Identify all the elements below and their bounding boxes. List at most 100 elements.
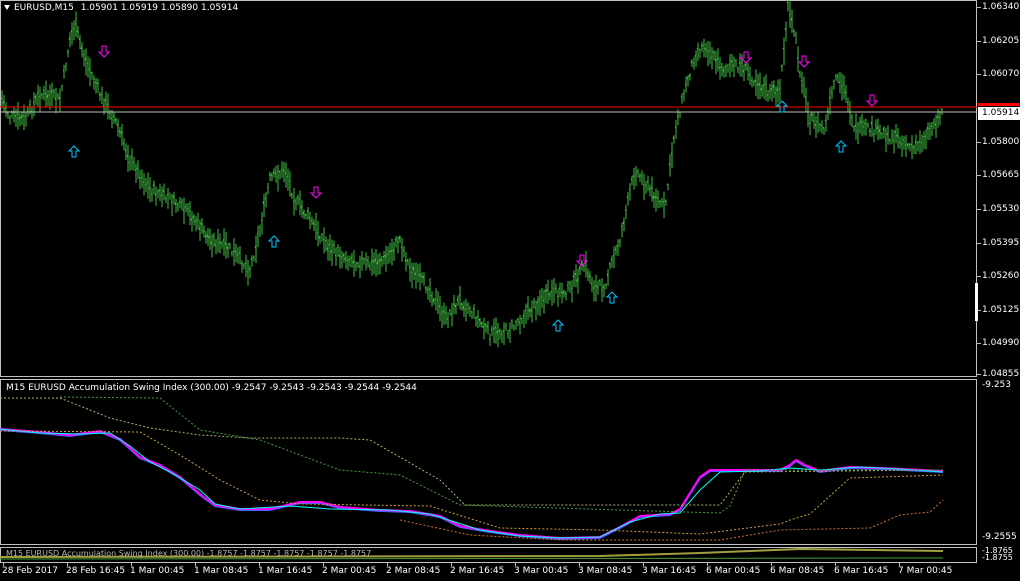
price-tick-label: 1.05530 — [982, 204, 1020, 214]
price-bar-open-tick — [628, 188, 631, 191]
price-bar-open-tick — [852, 126, 855, 128]
asi-line-magenta — [0, 428, 944, 540]
time-tick-label: 28 Feb 2017 — [2, 566, 59, 576]
ask-price-marker — [978, 103, 1020, 106]
sub-asi-baseline — [0, 557, 944, 560]
price-tick-label: 1.04990 — [982, 338, 1020, 348]
time-tick-mark — [579, 563, 580, 566]
sell-signal-arrow-icon — [797, 55, 811, 68]
price-bar-open-tick — [518, 321, 521, 324]
price-tick-mark — [977, 209, 981, 210]
price-bar-open-tick — [64, 65, 67, 68]
time-tick-label: 3 Mar 08:45 — [578, 566, 633, 576]
buy-signal-arrow-icon — [834, 140, 848, 153]
price-bar-open-tick — [648, 187, 651, 190]
price-bar-open-tick — [60, 85, 63, 88]
price-bar-open-tick — [402, 249, 405, 252]
price-bar-open-tick — [48, 94, 51, 96]
price-bar-open-tick — [268, 174, 271, 176]
price-bar-open-tick — [684, 83, 687, 85]
price-axis-scroll-handle[interactable] — [975, 283, 978, 321]
price-bar-open-tick — [94, 81, 97, 84]
price-bar-open-tick — [6, 112, 9, 115]
time-tick-mark — [259, 563, 260, 566]
ohlc-close: 1.05914 — [201, 3, 239, 13]
price-bar-open-tick — [720, 66, 723, 69]
price-bar-open-tick — [890, 135, 893, 137]
price-bar-open-tick — [924, 135, 927, 138]
buy-signal-arrow-icon — [67, 145, 81, 158]
asi-band-red-lower — [399, 499, 944, 541]
price-bar-open-tick — [922, 135, 925, 138]
price-bar-open-tick — [370, 259, 373, 262]
price-bar-open-tick — [474, 317, 477, 319]
price-bar-open-tick — [832, 80, 835, 83]
price-bar-open-tick — [920, 141, 923, 144]
asi-band-orange — [0, 430, 944, 535]
price-bar-open-tick — [368, 264, 371, 267]
price-bar-open-tick — [826, 110, 829, 112]
time-tick-label: 1 Mar 16:45 — [258, 566, 313, 576]
price-bar-open-tick — [24, 115, 27, 118]
time-tick-label: 2 Mar 08:45 — [386, 566, 441, 576]
price-bar-open-tick — [938, 116, 941, 118]
price-bar-open-tick — [468, 307, 471, 310]
price-tick-mark — [977, 243, 981, 244]
price-bar-open-tick — [106, 103, 109, 106]
price-bar-open-tick — [532, 301, 535, 304]
price-bar-open-tick — [538, 298, 541, 301]
time-tick-label: 2 Mar 16:45 — [450, 566, 505, 576]
price-bar-open-tick — [240, 262, 243, 265]
price-bar-open-tick — [846, 101, 849, 104]
buy-signal-arrow-icon — [267, 235, 281, 248]
price-bar-open-tick — [892, 140, 895, 142]
price-bar-open-tick — [494, 327, 497, 329]
collapse-triangle-icon[interactable] — [4, 5, 10, 10]
price-tick-mark — [977, 276, 981, 277]
price-bar-open-tick — [82, 54, 85, 56]
indicator-bottom-value: -9.2555 — [982, 532, 1017, 542]
price-bar-open-tick — [612, 255, 615, 257]
price-bar-open-tick — [0, 98, 3, 100]
time-tick-mark — [771, 563, 772, 566]
time-tick-label: 1 Mar 08:45 — [194, 566, 249, 576]
symbol-label: EURUSD,M15 — [14, 3, 74, 13]
asi-band-green — [59, 396, 943, 514]
price-bar-open-tick — [88, 68, 91, 70]
price-bar-open-tick — [850, 116, 853, 119]
price-bar-open-tick — [542, 299, 545, 302]
price-bar-open-tick — [178, 200, 181, 203]
price-bar-open-tick — [184, 206, 187, 208]
price-bar-open-tick — [582, 265, 585, 267]
price-tick-label: 1.05395 — [982, 238, 1020, 248]
price-tick-label: 1.05260 — [982, 271, 1020, 281]
sub-bottom-value: -1.8755 — [982, 553, 1013, 562]
price-bar-open-tick — [812, 119, 815, 122]
price-bar-open-tick — [734, 59, 737, 62]
time-tick-label: 3 Mar 16:45 — [642, 566, 697, 576]
chart-header: EURUSD,M15 1.05901 1.05919 1.05890 1.059… — [4, 3, 238, 13]
price-tick-mark — [977, 41, 981, 42]
price-bar-open-tick — [636, 170, 639, 173]
time-tick-mark — [835, 563, 836, 566]
price-tick-label: 1.04855 — [982, 369, 1020, 379]
price-bar-open-tick — [646, 180, 649, 183]
time-tick-label: 6 Mar 16:45 — [834, 566, 889, 576]
sell-signal-arrow-icon — [309, 186, 323, 199]
price-bar-open-tick — [334, 255, 337, 257]
price-bar-open-tick — [294, 200, 297, 202]
price-bar-open-tick — [608, 263, 611, 265]
price-bar-open-tick — [230, 252, 233, 254]
price-bar-open-tick — [816, 121, 819, 123]
price-bar-open-tick — [634, 173, 637, 176]
price-bar-open-tick — [458, 294, 461, 296]
price-bar-open-tick — [286, 175, 289, 178]
price-bar-open-tick — [732, 64, 735, 67]
price-bar-open-tick — [448, 308, 451, 311]
price-bar-open-tick — [426, 288, 429, 291]
price-bar-open-tick — [768, 90, 771, 92]
ohlc-open: 1.05901 — [80, 3, 118, 13]
price-bar-open-tick — [534, 306, 537, 309]
time-tick-mark — [643, 563, 644, 566]
price-bar-open-tick — [416, 269, 419, 271]
